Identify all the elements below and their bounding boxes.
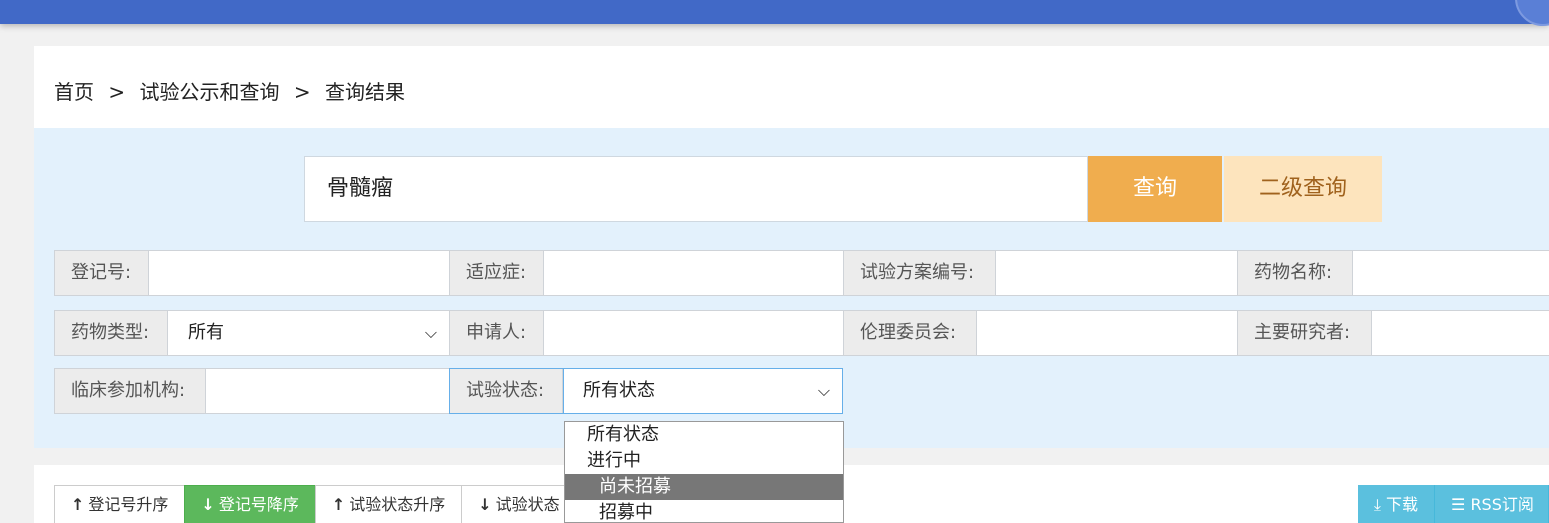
drug-type-label: 药物类型: <box>55 311 168 355</box>
drug-name-input[interactable] <box>1353 251 1549 295</box>
sort-status-desc-button[interactable]: ↓ 试验状态 <box>461 485 577 523</box>
ethics-input[interactable] <box>977 311 1237 355</box>
keyword-search-input[interactable]: 骨髓瘤 <box>304 156 1088 222</box>
institution-input[interactable] <box>206 369 449 413</box>
protocol-no-field: 试验方案编号: <box>843 250 1238 296</box>
protocol-no-label: 试验方案编号: <box>844 251 996 295</box>
search-card: 首页 > 试验公示和查询 > 查询结果 骨髓瘤 查询 二级查询 登记号: 适应症… <box>34 46 1549 448</box>
applicant-label: 申请人: <box>450 311 544 355</box>
sort-button-group: ↑ 登记号升序 ↓ 登记号降序 ↑ 试验状态升序 ↓ 试验状态 <box>54 485 577 523</box>
indication-field: 适应症: <box>449 250 844 296</box>
protocol-no-input[interactable] <box>996 251 1237 295</box>
drug-name-label: 药物名称: <box>1238 251 1353 295</box>
breadcrumb-home[interactable]: 首页 <box>54 80 94 104</box>
status-option[interactable]: 招募中 <box>565 500 843 522</box>
reg-no-label: 登记号: <box>55 251 149 295</box>
ethics-field: 伦理委员会: <box>843 310 1238 356</box>
drug-name-field: 药物名称: <box>1237 250 1549 296</box>
reg-no-input[interactable] <box>149 251 449 295</box>
applicant-field: 申请人: <box>449 310 844 356</box>
download-label: 下载 <box>1385 495 1418 514</box>
institution-label: 临床参加机构: <box>55 369 206 413</box>
top-navbar <box>0 0 1549 26</box>
breadcrumb-section[interactable]: 试验公示和查询 <box>139 80 279 104</box>
chevron-down-icon: ⌵ <box>817 381 830 400</box>
rss-button[interactable]: ☰ RSS订阅 <box>1435 485 1549 523</box>
avatar[interactable] <box>1515 0 1549 26</box>
indication-label: 适应症: <box>450 251 544 295</box>
indication-input[interactable] <box>544 251 843 295</box>
search-panel: 骨髓瘤 查询 二级查询 登记号: 适应症: 试验方案编号: 药物名称: 药物类型… <box>34 128 1549 448</box>
applicant-input[interactable] <box>544 311 843 355</box>
institution-field: 临床参加机构: <box>54 368 450 414</box>
status-option-highlighted[interactable]: 尚未招募 <box>565 474 843 500</box>
sort-reg-desc-label: 登记号降序 <box>218 495 299 514</box>
sort-reg-asc-button[interactable]: ↑ 登记号升序 <box>54 485 186 523</box>
drug-type-field: 药物类型: 所有 ⌵ <box>54 310 450 356</box>
breadcrumb-separator: > <box>108 80 126 104</box>
breadcrumb-separator: > <box>293 80 311 104</box>
rss-label: RSS订阅 <box>1470 495 1534 514</box>
chevron-down-icon: ⌵ <box>424 323 437 342</box>
sort-reg-desc-button[interactable]: ↓ 登记号降序 <box>184 485 316 523</box>
rss-icon: ☰ <box>1451 495 1466 514</box>
sort-status-asc-button[interactable]: ↑ 试验状态升序 <box>314 485 463 523</box>
drug-type-select[interactable]: 所有 <box>168 311 449 355</box>
reg-no-field: 登记号: <box>54 250 450 296</box>
download-icon: ⤓ <box>1373 495 1381 514</box>
breadcrumb: 首页 > 试验公示和查询 > 查询结果 <box>54 76 413 105</box>
sort-status-desc-label: 试验状态 <box>495 495 560 514</box>
status-label: 试验状态: <box>450 369 563 413</box>
arrow-down-icon: ↓ <box>478 495 492 514</box>
pi-field: 主要研究者: <box>1237 310 1549 356</box>
pi-input[interactable] <box>1372 311 1549 355</box>
pi-label: 主要研究者: <box>1238 311 1372 355</box>
advanced-query-button[interactable]: 二级查询 <box>1224 156 1382 222</box>
action-button-group: ⤓ 下载 ☰ RSS订阅 <box>1357 485 1549 523</box>
sort-status-asc-label: 试验状态升序 <box>349 495 446 514</box>
status-option[interactable]: 所有状态 <box>565 422 843 448</box>
arrow-up-icon: ↑ <box>331 495 346 514</box>
download-button[interactable]: ⤓ 下载 <box>1357 485 1435 523</box>
sort-reg-asc-label: 登记号升序 <box>88 495 169 514</box>
status-field: 试验状态: 所有状态 ⌵ <box>449 368 843 414</box>
arrow-up-icon: ↑ <box>71 495 85 514</box>
status-option[interactable]: 进行中 <box>565 448 843 474</box>
ethics-label: 伦理委员会: <box>844 311 977 355</box>
arrow-down-icon: ↓ <box>201 495 215 514</box>
breadcrumb-current: 查询结果 <box>324 80 405 104</box>
status-select-value[interactable]: 所有状态 <box>563 369 842 413</box>
status-dropdown-list[interactable]: 所有状态 进行中 尚未招募 招募中 <box>564 421 844 523</box>
query-button[interactable]: 查询 <box>1088 156 1222 222</box>
